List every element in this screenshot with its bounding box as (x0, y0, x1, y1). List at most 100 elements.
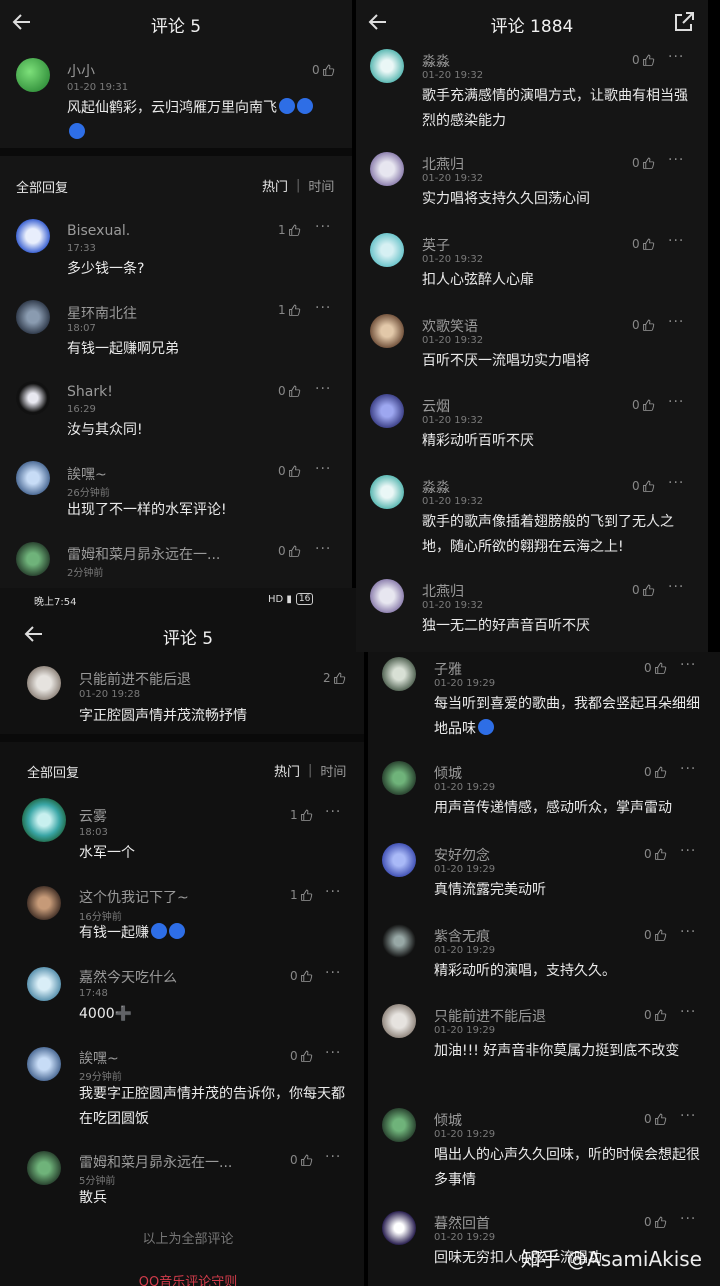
avatar[interactable] (370, 233, 404, 267)
comment-author[interactable]: 英子 (422, 235, 450, 255)
more-options-icon[interactable]: ··· (668, 49, 684, 65)
sort-time-tab[interactable]: 时间 (308, 176, 334, 195)
comment-author[interactable]: 云烟 (422, 396, 450, 416)
more-options-icon[interactable]: ··· (680, 1108, 696, 1124)
comment-author[interactable]: 誒嘿~ (79, 1048, 119, 1068)
like-button[interactable]: 0 (278, 464, 301, 478)
avatar[interactable] (382, 924, 416, 958)
like-button[interactable]: 0 (632, 479, 655, 493)
like-button[interactable]: 0 (644, 847, 667, 861)
like-button[interactable]: 0 (644, 765, 667, 779)
avatar[interactable] (382, 1211, 416, 1245)
sort-hot-tab[interactable]: 热门 (274, 761, 300, 780)
more-options-icon[interactable]: ··· (680, 1211, 696, 1227)
like-button[interactable]: 0 (278, 544, 301, 558)
avatar[interactable] (16, 381, 50, 415)
more-options-icon[interactable]: ··· (668, 579, 684, 595)
comment-author[interactable]: 暮然回首 (434, 1213, 490, 1233)
comment-author[interactable]: 倾城 (434, 763, 462, 783)
like-button[interactable]: 0 (632, 237, 655, 251)
more-options-icon[interactable]: ··· (668, 314, 684, 330)
comment-author[interactable]: 北燕归 (422, 581, 464, 601)
avatar[interactable] (370, 475, 404, 509)
comment-author[interactable]: 嘉然今天吃什么 (79, 967, 177, 987)
more-options-icon[interactable]: ··· (668, 233, 684, 249)
like-button[interactable]: 0 (632, 53, 655, 67)
like-button[interactable]: 0 (644, 1215, 667, 1229)
more-options-icon[interactable]: ··· (680, 1004, 696, 1020)
avatar[interactable] (370, 394, 404, 428)
like-button[interactable]: 0 (644, 1112, 667, 1126)
comment-author[interactable]: 只能前进不能后退 (79, 669, 191, 689)
avatar[interactable] (370, 49, 404, 83)
avatar[interactable] (16, 542, 50, 576)
comment-author[interactable]: 紫含无痕 (434, 926, 490, 946)
avatar[interactable] (16, 58, 50, 92)
more-options-icon[interactable]: ··· (680, 843, 696, 859)
avatar[interactable] (27, 1151, 61, 1185)
like-button[interactable]: 1 (278, 303, 301, 317)
avatar[interactable] (382, 1004, 416, 1038)
avatar[interactable] (382, 761, 416, 795)
like-button[interactable]: 0 (632, 156, 655, 170)
avatar[interactable] (382, 843, 416, 877)
like-button[interactable]: 0 (644, 661, 667, 675)
like-button[interactable]: 1 (290, 808, 313, 822)
sort-time-tab[interactable]: 时间 (320, 761, 346, 780)
comment-author[interactable]: 淼淼 (422, 477, 450, 497)
comment-author[interactable]: Bisexual. (67, 223, 130, 239)
like-button[interactable]: 0 (644, 928, 667, 942)
like-button[interactable]: 0 (290, 1153, 313, 1167)
comment-author[interactable]: 雷姆和菜月昴永远在一... (79, 1152, 232, 1172)
more-options-icon[interactable]: ··· (325, 965, 341, 981)
like-button[interactable]: 0 (644, 1008, 667, 1022)
comment-author[interactable]: 这个仇我记下了~ (79, 887, 189, 907)
share-icon[interactable] (672, 10, 696, 34)
comment-author[interactable]: Shark! (67, 384, 113, 400)
comment-author[interactable]: 云雾 (79, 806, 107, 826)
comment-author[interactable]: 安好勿念 (434, 845, 490, 865)
avatar[interactable] (16, 219, 50, 253)
avatar[interactable] (370, 152, 404, 186)
like-button[interactable]: 0 (632, 318, 655, 332)
avatar[interactable] (16, 300, 50, 334)
avatar[interactable] (22, 798, 66, 842)
more-options-icon[interactable]: ··· (668, 475, 684, 491)
avatar[interactable] (27, 666, 61, 700)
more-options-icon[interactable]: ··· (680, 657, 696, 673)
comment-author[interactable]: 欢歌笑语 (422, 316, 478, 336)
more-options-icon[interactable]: ··· (680, 924, 696, 940)
avatar[interactable] (370, 314, 404, 348)
more-options-icon[interactable]: ··· (315, 300, 331, 316)
more-options-icon[interactable]: ··· (315, 461, 331, 477)
more-options-icon[interactable]: ··· (325, 1149, 341, 1165)
comment-author[interactable]: 雷姆和菜月昴永远在一... (67, 544, 220, 564)
more-options-icon[interactable]: ··· (325, 804, 341, 820)
comment-rules-link[interactable]: QQ音乐评论守则 (12, 1271, 364, 1286)
avatar[interactable] (370, 579, 404, 613)
more-options-icon[interactable]: ··· (668, 394, 684, 410)
comment-author[interactable]: 倾城 (434, 1110, 462, 1130)
comment-author[interactable]: 小小 (67, 61, 95, 81)
like-button[interactable]: 0 (290, 1049, 313, 1063)
like-button[interactable]: 0 (632, 583, 655, 597)
like-button[interactable]: 2 (323, 671, 346, 685)
like-button[interactable]: 0 (312, 63, 335, 77)
avatar[interactable] (16, 461, 50, 495)
like-button[interactable]: 1 (290, 888, 313, 902)
more-options-icon[interactable]: ··· (315, 541, 331, 557)
comment-author[interactable]: 只能前进不能后退 (434, 1006, 546, 1026)
sort-hot-tab[interactable]: 热门 (262, 176, 288, 195)
avatar[interactable] (27, 886, 61, 920)
avatar[interactable] (382, 657, 416, 691)
more-options-icon[interactable]: ··· (680, 761, 696, 777)
more-options-icon[interactable]: ··· (668, 152, 684, 168)
comment-author[interactable]: 子雅 (434, 659, 462, 679)
comment-author[interactable]: 淼淼 (422, 51, 450, 71)
comment-author[interactable]: 誒嘿~ (67, 464, 107, 484)
avatar[interactable] (382, 1108, 416, 1142)
like-button[interactable]: 0 (290, 969, 313, 983)
more-options-icon[interactable]: ··· (325, 1045, 341, 1061)
comment-author[interactable]: 北燕归 (422, 154, 464, 174)
like-button[interactable]: 0 (632, 398, 655, 412)
